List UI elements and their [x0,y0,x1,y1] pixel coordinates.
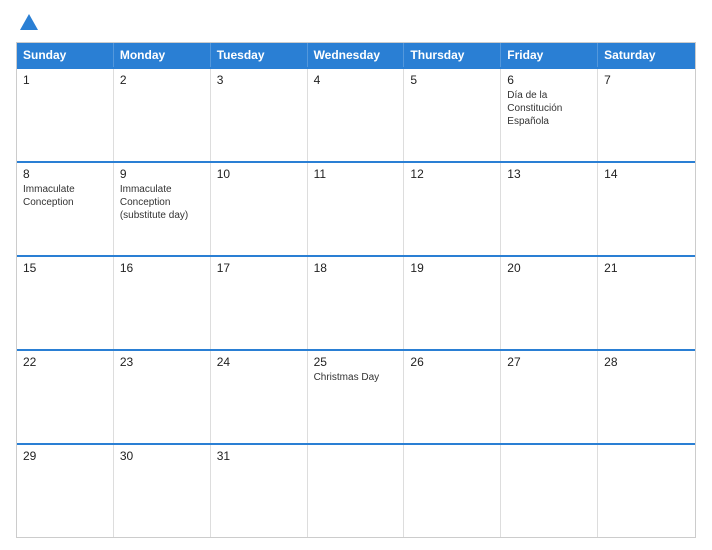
calendar-cell: 15 [17,257,114,349]
calendar-week-5: 29 30 31 [17,443,695,537]
calendar-cell: 7 [598,69,695,161]
calendar-cell [501,445,598,537]
calendar-cell: 27 [501,351,598,443]
calendar-cell: 10 [211,163,308,255]
header-thursday: Thursday [404,43,501,67]
header-saturday: Saturday [598,43,695,67]
day-number: 9 [120,167,204,181]
day-number: 1 [23,73,107,87]
day-number: 27 [507,355,591,369]
calendar-cell: 8 Immaculate Conception [17,163,114,255]
calendar-cell: 29 [17,445,114,537]
day-number: 6 [507,73,591,87]
calendar-cell: 19 [404,257,501,349]
calendar-cell: 23 [114,351,211,443]
header-wednesday: Wednesday [308,43,405,67]
day-number: 21 [604,261,689,275]
calendar-cell [308,445,405,537]
calendar-cell: 24 [211,351,308,443]
day-number: 7 [604,73,689,87]
header-monday: Monday [114,43,211,67]
calendar-cell: 17 [211,257,308,349]
day-number: 4 [314,73,398,87]
page: Sunday Monday Tuesday Wednesday Thursday… [0,0,712,550]
calendar-cell: 3 [211,69,308,161]
holiday-text: Día de la Constitución Española [507,89,591,128]
day-number: 8 [23,167,107,181]
calendar-body: 123456Día de la Constitución Española78I… [17,67,695,537]
day-number: 30 [120,449,204,463]
day-number: 16 [120,261,204,275]
logo-icon [18,12,40,34]
day-number: 5 [410,73,494,87]
day-number: 24 [217,355,301,369]
calendar-cell: 25 Christmas Day [308,351,405,443]
day-number: 14 [604,167,689,181]
day-number: 2 [120,73,204,87]
calendar-header: Sunday Monday Tuesday Wednesday Thursday… [17,43,695,67]
day-number: 29 [23,449,107,463]
header [16,12,696,34]
calendar: Sunday Monday Tuesday Wednesday Thursday… [16,42,696,538]
day-number: 20 [507,261,591,275]
day-number: 28 [604,355,689,369]
calendar-cell: 20 [501,257,598,349]
calendar-week-1: 123456 Día de la Constitución Española 7 [17,67,695,161]
day-number: 11 [314,167,398,181]
day-number: 31 [217,449,301,463]
calendar-cell: 13 [501,163,598,255]
day-number: 3 [217,73,301,87]
calendar-week-3: 15 16 17 18 19 20 21 [17,255,695,349]
header-friday: Friday [501,43,598,67]
calendar-cell: 18 [308,257,405,349]
calendar-cell [598,445,695,537]
day-number: 12 [410,167,494,181]
calendar-cell: 2 [114,69,211,161]
calendar-cell: 28 [598,351,695,443]
calendar-cell: 16 [114,257,211,349]
calendar-week-2: 8 Immaculate Conception 9 Immaculate Concep… [17,161,695,255]
day-number: 23 [120,355,204,369]
calendar-cell: 6 Día de la Constitución Española [501,69,598,161]
calendar-week-4: 22 23 24 25 Christmas Day 26 27 28 [17,349,695,443]
day-number: 18 [314,261,398,275]
calendar-cell: 21 [598,257,695,349]
calendar-cell: 5 [404,69,501,161]
calendar-cell: 12 [404,163,501,255]
calendar-cell: 22 [17,351,114,443]
holiday-text: Christmas Day [314,371,398,384]
calendar-cell: 1 [17,69,114,161]
day-number: 10 [217,167,301,181]
calendar-cell: 31 [211,445,308,537]
holiday-text: Immaculate Conception (substitute day) [120,183,204,222]
header-tuesday: Tuesday [211,43,308,67]
calendar-cell [404,445,501,537]
calendar-cell: 14 [598,163,695,255]
logo [16,12,40,34]
day-number: 13 [507,167,591,181]
calendar-cell: 4 [308,69,405,161]
calendar-cell: 9 Immaculate Conception (substitute day) [114,163,211,255]
day-number: 15 [23,261,107,275]
holiday-text: Immaculate Conception [23,183,107,209]
day-number: 19 [410,261,494,275]
day-number: 25 [314,355,398,369]
day-number: 22 [23,355,107,369]
calendar-cell: 26 [404,351,501,443]
day-number: 26 [410,355,494,369]
calendar-cell: 11 [308,163,405,255]
day-number: 17 [217,261,301,275]
header-sunday: Sunday [17,43,114,67]
calendar-cell: 30 [114,445,211,537]
